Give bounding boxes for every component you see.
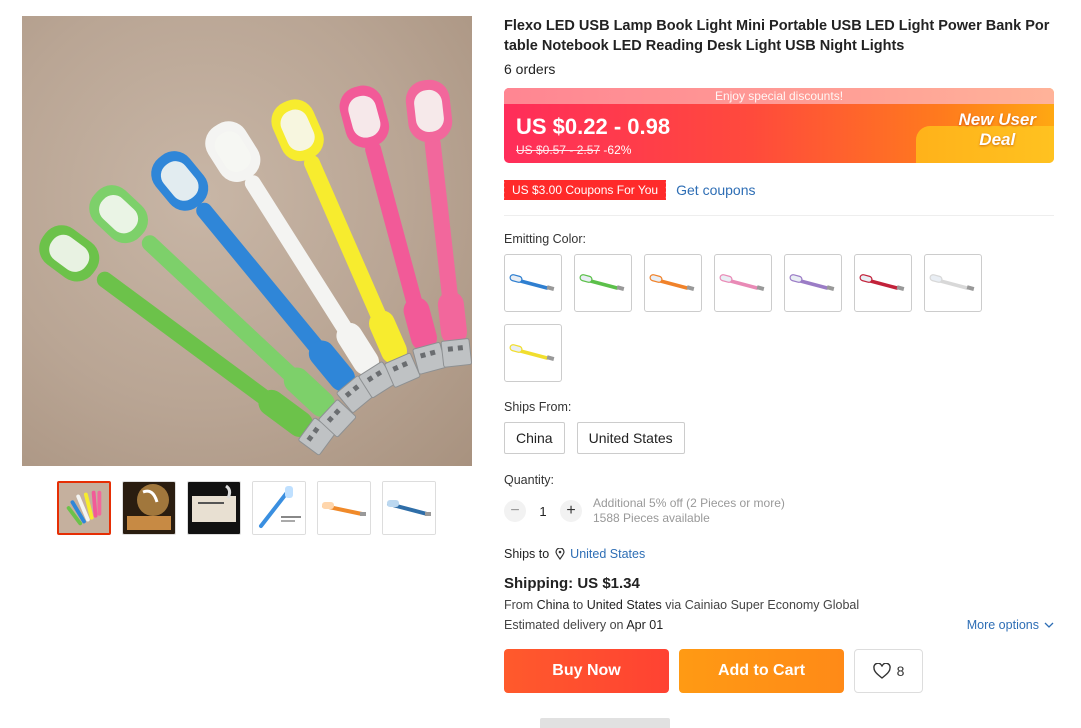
divider [504, 215, 1054, 216]
original-price-value: US $0.57 - 2.57 [516, 143, 601, 157]
quantity-label: Quantity: [504, 473, 555, 487]
new-user-deal-badge: New User Deal [916, 110, 1054, 163]
route-to: United States [586, 598, 662, 612]
route-to-prefix: to [572, 598, 584, 612]
shipping-route: From China to United States via Cainiao … [504, 598, 1054, 612]
badge-text: New User Deal [959, 110, 1036, 150]
route-from-prefix: From [504, 598, 534, 612]
main-product-image[interactable] [22, 16, 472, 466]
emitting-color-label: Emitting Color: [504, 232, 586, 246]
shipping-cost: Shipping: US $1.34 [504, 575, 640, 592]
thumb-lamp-laptop-image [188, 482, 240, 534]
location-pin-icon [555, 548, 565, 560]
add-to-cart-button[interactable]: Add to Cart [679, 649, 844, 693]
product-info-panel: Flexo LED USB Lamp Book Light Mini Porta… [501, 16, 1054, 693]
thumbnail-3[interactable] [187, 481, 241, 535]
current-price: US $0.22 - 0.98 [516, 114, 671, 139]
thumbnail-6[interactable] [382, 481, 436, 535]
quantity-decrease-button[interactable]: − [504, 500, 526, 522]
thumb-orange-lamp-image [318, 482, 370, 534]
product-title: Flexo LED USB Lamp Book Light Mini Porta… [504, 18, 1050, 54]
route-from: China [536, 598, 570, 612]
more-options-link[interactable]: More options [967, 618, 1054, 632]
thumb-lamp-glow-image [123, 482, 175, 534]
thumbnail-5[interactable] [317, 481, 371, 535]
lamp-purple-image [789, 274, 835, 291]
color-swatch-purple[interactable] [784, 254, 842, 312]
color-swatch-yellow[interactable] [504, 324, 562, 382]
discount-strip: Enjoy special discounts! [504, 88, 1054, 104]
thumbnail-4[interactable] [252, 481, 306, 535]
ships-to-country-link[interactable]: United States [570, 547, 645, 561]
usb-lamps-photo [39, 79, 472, 456]
lamp-white-image [929, 274, 975, 291]
quantity-stepper: − 1 + Additional 5% off (2 Pieces or mor… [504, 496, 1054, 526]
eta-prefix: Estimated delivery on [504, 618, 624, 632]
route-carrier: via Cainiao Super Economy Global [665, 598, 860, 612]
get-coupons-link[interactable]: Get coupons [676, 182, 755, 198]
more-options-label: More options [966, 618, 1039, 632]
badge-line-1: New User [958, 110, 1036, 129]
coupon-tag: US $3.00 Coupons For You [501, 180, 667, 200]
wishlist-count: 8 [896, 663, 905, 679]
ships-from-options: China United States [504, 422, 1054, 454]
coupon-row: US $3.00 Coupons For You Get coupons [501, 180, 1054, 200]
delivery-row: Estimated delivery on Apr 01 More option… [504, 618, 1054, 632]
thumb-blue-lamp-image [383, 482, 435, 534]
lamp-yellow-image [509, 344, 555, 361]
thumb-blue-lamp-card-image [253, 482, 305, 534]
original-price: US $0.57 - 2.57 -62% [516, 143, 631, 157]
quantity-input[interactable]: 1 [526, 504, 560, 519]
bulk-discount-text: Additional 5% off (2 Pieces or more) [593, 496, 785, 510]
lamp-blue-image [509, 274, 555, 291]
lamp-red-image [859, 274, 905, 291]
thumbnail-strip [57, 481, 436, 535]
thumbnail-2[interactable] [122, 481, 176, 535]
order-count: 6 orders [504, 61, 556, 77]
wishlist-button[interactable]: 8 [854, 649, 923, 693]
color-swatch-orange[interactable] [644, 254, 702, 312]
color-swatch-green[interactable] [574, 254, 632, 312]
color-swatch-red[interactable] [854, 254, 912, 312]
purchase-actions: Buy Now Add to Cart 8 [504, 649, 1054, 693]
quantity-info: Additional 5% off (2 Pieces or more) 158… [593, 496, 785, 526]
ships-to-row: Ships to United States [504, 547, 1054, 561]
ships-to-label: Ships to [504, 547, 550, 561]
ships-from-china[interactable]: China [504, 422, 565, 454]
stock-available-text: 1588 Pieces available [593, 511, 710, 525]
eta-date: Apr 01 [626, 618, 664, 632]
buy-now-button[interactable]: Buy Now [504, 649, 669, 693]
color-swatch-blue[interactable] [504, 254, 562, 312]
heart-icon [872, 663, 891, 679]
quantity-increase-button[interactable]: + [560, 500, 582, 522]
estimated-delivery: Estimated delivery on Apr 01 [504, 618, 663, 632]
discount-percent: -62% [603, 143, 632, 157]
ships-from-united-states[interactable]: United States [576, 422, 685, 454]
thumbnail-1[interactable] [57, 481, 111, 535]
badge-line-2: Deal [979, 130, 1016, 149]
lamp-orange-image [649, 274, 695, 291]
color-swatch-white[interactable] [924, 254, 982, 312]
color-swatches [504, 254, 994, 382]
color-swatch-pink[interactable] [714, 254, 772, 312]
chevron-down-icon [1044, 622, 1054, 628]
price-banner: Enjoy special discounts! US $0.22 - 0.98… [504, 88, 1054, 163]
ships-from-label: Ships From: [504, 400, 572, 414]
cut-off-section-heading [540, 718, 670, 728]
lamp-pink-image [719, 274, 765, 291]
thumb-lamps-fan-image [59, 483, 109, 533]
lamp-green-image [579, 274, 625, 291]
